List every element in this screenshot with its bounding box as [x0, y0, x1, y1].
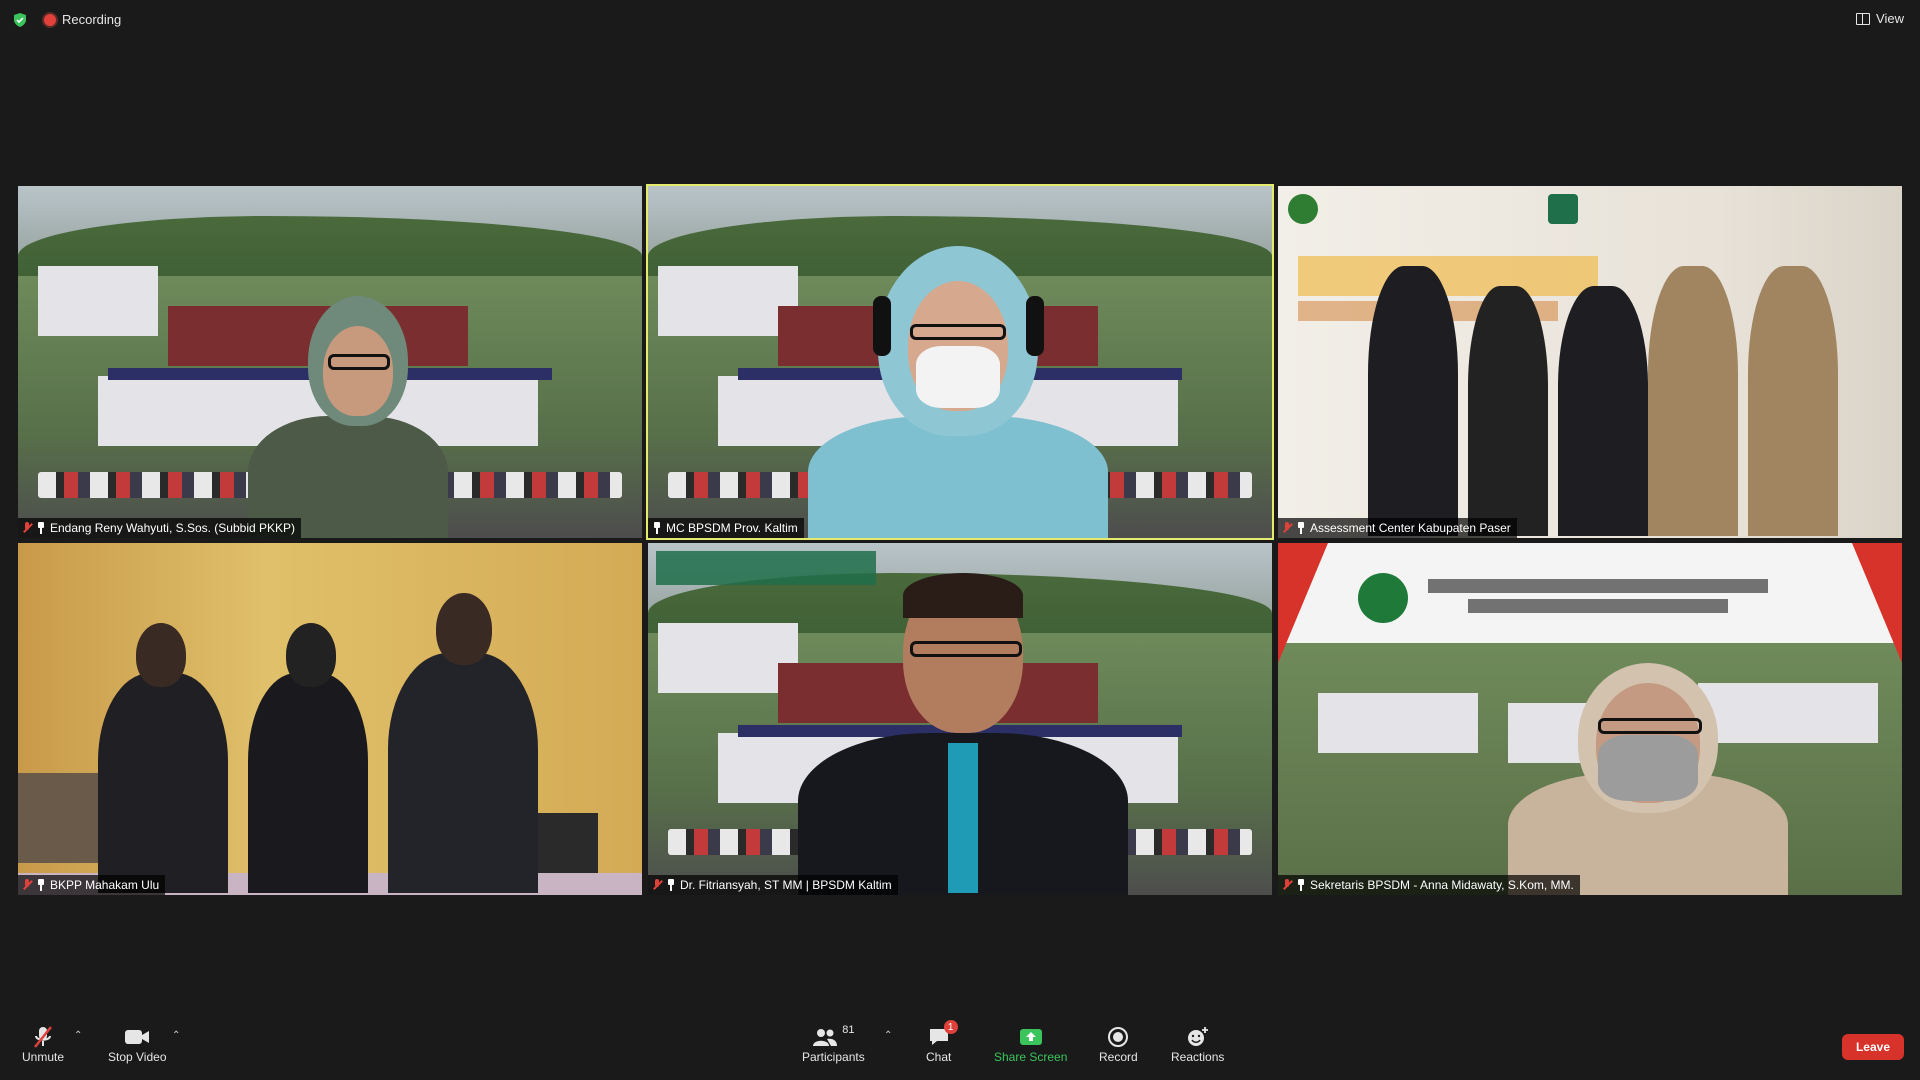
- pin-icon: [666, 879, 676, 891]
- record-button[interactable]: Record: [1099, 1024, 1138, 1064]
- participant-name: BKPP Mahakam Ulu: [50, 878, 160, 892]
- pin-icon: [652, 522, 662, 534]
- participants-label: Participants: [802, 1050, 865, 1064]
- meeting-top-bar: Recording View: [0, 0, 1920, 40]
- video-tile-active-speaker[interactable]: MC BPSDM Prov. Kaltim: [646, 184, 1274, 540]
- mic-muted-icon: [22, 879, 32, 891]
- pin-icon: [1296, 879, 1306, 891]
- participant-name-tag: MC BPSDM Prov. Kaltim: [648, 518, 804, 538]
- audio-options-caret[interactable]: ⌃: [74, 1030, 82, 1041]
- share-screen-icon: [1019, 1029, 1042, 1045]
- participant-name: Sekretaris BPSDM - Anna Midawaty, S.Kom,…: [1310, 878, 1574, 892]
- participant-name-tag: Endang Reny Wahyuti, S.Sos. (Subbid PKKP…: [18, 518, 302, 538]
- video-tile[interactable]: Endang Reny Wahyuti, S.Sos. (Subbid PKKP…: [18, 186, 642, 538]
- view-button[interactable]: View: [1856, 11, 1904, 26]
- participant-name-tag: Dr. Fitriansyah, ST MM | BPSDM Kaltim: [648, 875, 898, 895]
- video-tile[interactable]: Dr. Fitriansyah, ST MM | BPSDM Kaltim: [648, 543, 1272, 895]
- leave-button[interactable]: Leave: [1841, 1034, 1904, 1060]
- participant-name-tag: Assessment Center Kabupaten Paser: [1278, 518, 1517, 538]
- emoji-add-icon: [1187, 1027, 1208, 1046]
- reactions-button[interactable]: Reactions: [1171, 1024, 1224, 1064]
- shield-check-icon[interactable]: [12, 12, 28, 28]
- participant-name-tag: BKPP Mahakam Ulu: [18, 875, 166, 895]
- record-label: Record: [1099, 1050, 1138, 1064]
- participant-name: MC BPSDM Prov. Kaltim: [666, 521, 798, 535]
- record-icon: [1108, 1027, 1129, 1047]
- video-options-caret[interactable]: ⌃: [172, 1030, 180, 1041]
- pin-icon: [36, 879, 46, 891]
- unmute-label: Unmute: [22, 1050, 65, 1064]
- mic-muted-icon: [652, 879, 662, 891]
- chat-label: Chat: [926, 1050, 952, 1064]
- video-tile[interactable]: Sekretaris BPSDM - Anna Midawaty, S.Kom,…: [1278, 543, 1902, 895]
- recording-label: Recording: [62, 12, 122, 27]
- participant-name: Assessment Center Kabupaten Paser: [1310, 521, 1511, 535]
- participant-name-tag: Sekretaris BPSDM - Anna Midawaty, S.Kom,…: [1278, 875, 1580, 895]
- share-screen-label: Share Screen: [994, 1050, 1068, 1064]
- mic-muted-icon: [1282, 522, 1292, 534]
- stop-video-label: Stop Video: [108, 1050, 167, 1064]
- participant-name: Dr. Fitriansyah, ST MM | BPSDM Kaltim: [680, 878, 892, 892]
- share-screen-button[interactable]: Share Screen: [994, 1024, 1067, 1064]
- video-camera-icon: [125, 1030, 150, 1044]
- participant-name: Endang Reny Wahyuti, S.Sos. (Subbid PKKP…: [50, 521, 296, 535]
- stop-video-button[interactable]: Stop Video: [108, 1024, 167, 1064]
- participants-icon: [813, 1029, 838, 1046]
- view-label: View: [1876, 11, 1904, 26]
- mic-muted-icon: [1282, 879, 1292, 891]
- reactions-label: Reactions: [1171, 1050, 1225, 1064]
- grid-view-icon: [1856, 12, 1871, 25]
- recording-indicator[interactable]: Recording: [44, 12, 121, 27]
- pin-icon: [1296, 522, 1306, 534]
- video-tile[interactable]: BKPP Mahakam Ulu: [18, 543, 642, 895]
- mic-muted-icon: [34, 1026, 52, 1048]
- chat-unread-badge: 1: [943, 1020, 958, 1034]
- record-dot-icon: [44, 13, 56, 26]
- meeting-toolbar: Unmute ⌃ Stop Video ⌃ 81 Participants ⌃: [0, 1016, 1920, 1080]
- participants-count: 81: [842, 1024, 855, 1036]
- participants-button[interactable]: 81 Participants: [802, 1024, 865, 1064]
- participants-options-caret[interactable]: ⌃: [884, 1030, 892, 1041]
- video-tile[interactable]: Assessment Center Kabupaten Paser: [1278, 186, 1902, 538]
- unmute-button[interactable]: Unmute: [22, 1024, 64, 1064]
- chat-button[interactable]: 1 Chat: [926, 1020, 958, 1064]
- pin-icon: [36, 522, 46, 534]
- mic-muted-icon: [22, 522, 32, 534]
